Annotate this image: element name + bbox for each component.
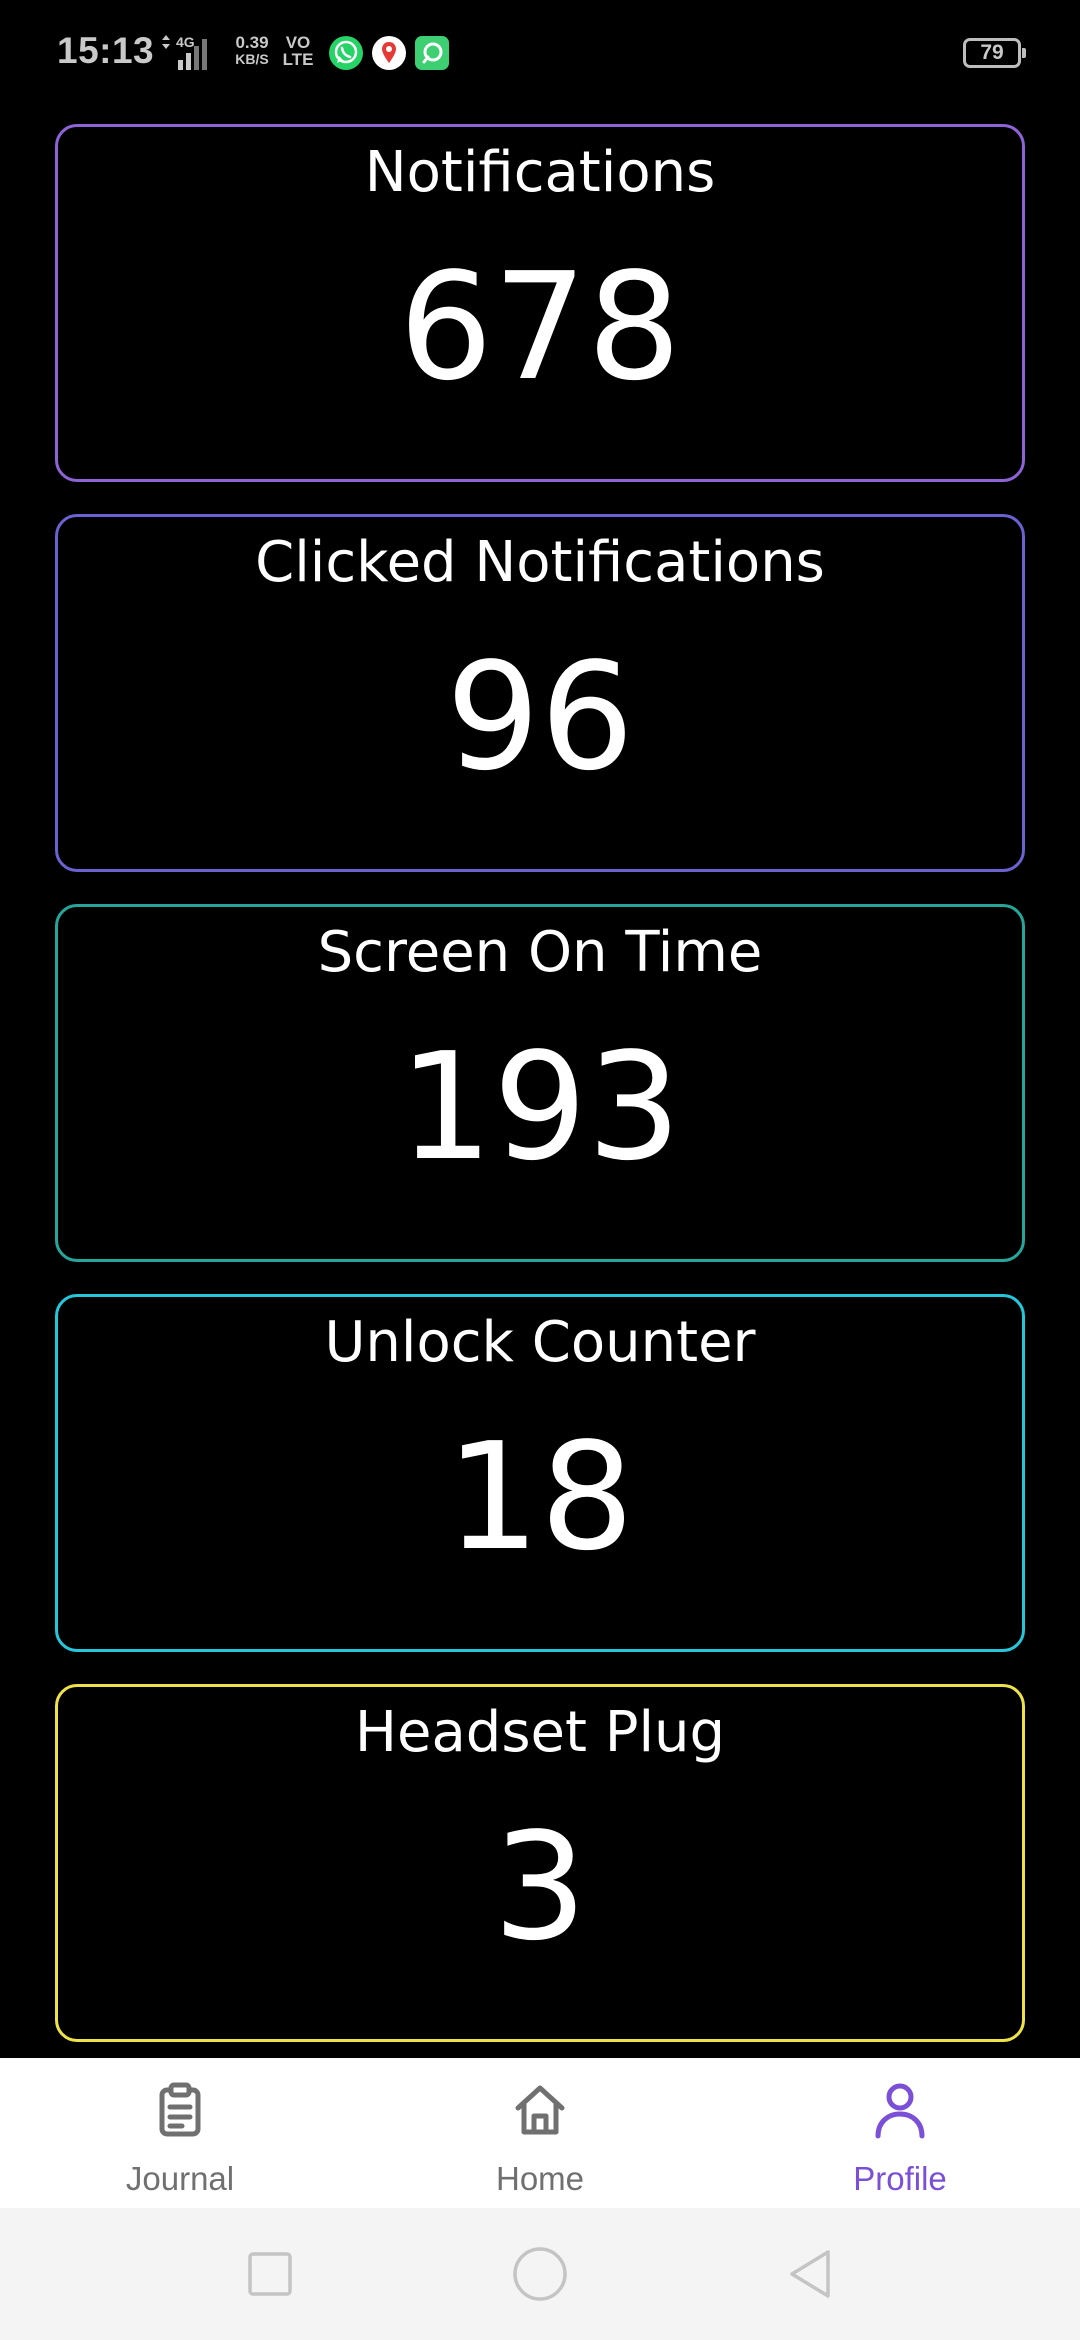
stat-card-unlock-counter: Unlock Counter 18 [55,1294,1025,1652]
signal-icon: 4G [158,34,220,74]
clipboard-icon [150,2080,210,2140]
volte-indicator: VO LTE [280,34,316,68]
status-time: 15:13 [57,30,155,71]
green-app-icon [414,35,450,71]
battery-indicator: 79 [963,38,1026,68]
maps-pin-icon [371,35,407,71]
volte-top: VO [285,33,311,52]
nav-label-profile: Profile [853,2160,947,2197]
speed-unit: KB/S [235,51,269,67]
nav-item-profile[interactable]: Profile [720,2058,1080,2208]
home-circle-icon[interactable] [512,2246,568,2302]
stat-card-clicked-notifications: Clicked Notifications 96 [55,514,1025,872]
system-nav-bar [0,2208,1080,2340]
card-value: 18 [445,1411,635,1583]
home-icon [510,2080,570,2140]
stat-card-screen-on-time: Screen On Time 193 [55,904,1025,1262]
volte-bottom: LTE [282,50,314,69]
back-triangle-icon[interactable] [782,2246,838,2302]
whatsapp-icon [328,35,364,71]
nav-label-journal: Journal [125,2160,235,2197]
network-speed: 0.39 KB/S [230,34,274,68]
person-icon [870,2080,930,2140]
card-title: Unlock Counter [324,1310,756,1375]
card-value: 193 [398,1021,682,1193]
card-value: 96 [445,631,635,803]
network-type-label: 4G [176,34,195,50]
card-value: 678 [398,241,682,413]
recents-square-icon[interactable] [242,2246,298,2302]
stat-card-headset-plug: Headset Plug 3 [55,1684,1025,2042]
card-title: Clicked Notifications [255,530,825,595]
speed-value: 0.39 [235,33,269,52]
card-title: Headset Plug [354,1700,726,1765]
card-value: 3 [492,1801,588,1973]
nav-item-home[interactable]: Home [360,2058,720,2208]
nav-label-home: Home [495,2160,585,2197]
bottom-nav: Journal Home Profile [0,2058,1080,2208]
card-title: Screen On Time [317,920,763,985]
status-bar: 15:13 4G 0.39 KB/S VO LTE 79 [0,0,1080,110]
nav-item-journal[interactable]: Journal [0,2058,360,2208]
card-title: Notifications [364,140,716,205]
screen: 15:13 4G 0.39 KB/S VO LTE 79 Notificatio… [0,0,1080,2340]
stat-card-notifications: Notifications 678 [55,124,1025,482]
